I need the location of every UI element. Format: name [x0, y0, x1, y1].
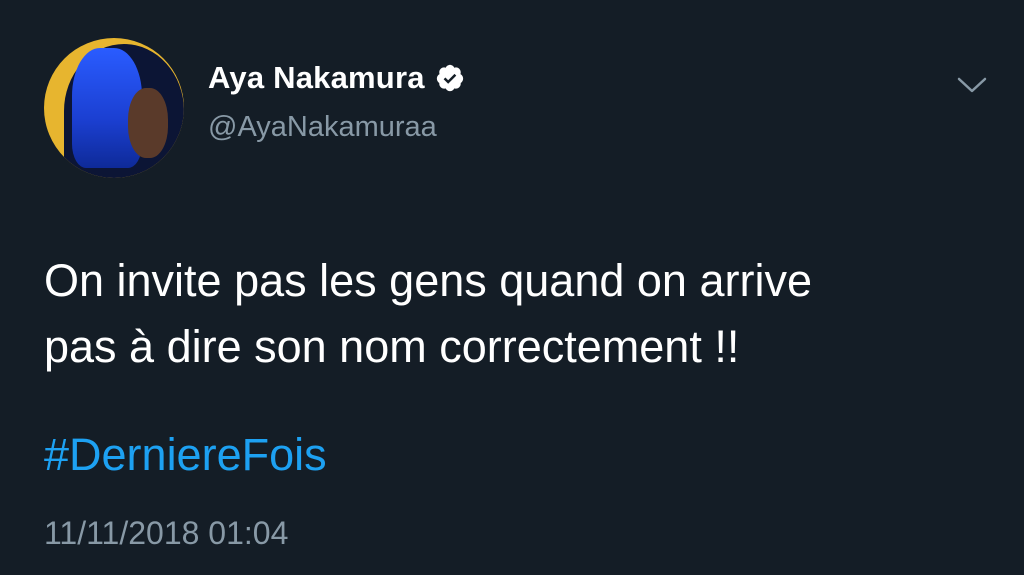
author-handle[interactable]: @AyaNakamuraa — [208, 111, 437, 144]
tweet-text: On invite pas les gens quand on arrive p… — [44, 248, 994, 380]
tweet-text-line: pas à dire son nom correctement !! — [44, 321, 740, 372]
verified-badge-icon — [435, 63, 465, 93]
author-name-row: Aya Nakamura — [208, 60, 465, 96]
tweet-card: Aya Nakamura @AyaNakamuraa On invite pas… — [0, 0, 1024, 575]
chevron-down-icon[interactable] — [956, 74, 988, 96]
avatar[interactable] — [44, 38, 184, 178]
tweet-text-line: On invite pas les gens quand on arrive — [44, 255, 812, 306]
hashtag-link[interactable]: #DerniereFois — [44, 422, 327, 488]
tweet-timestamp[interactable]: 11/11/2018 01:04 — [44, 515, 288, 552]
avatar-face — [128, 88, 168, 158]
author-display-name[interactable]: Aya Nakamura — [208, 60, 425, 96]
